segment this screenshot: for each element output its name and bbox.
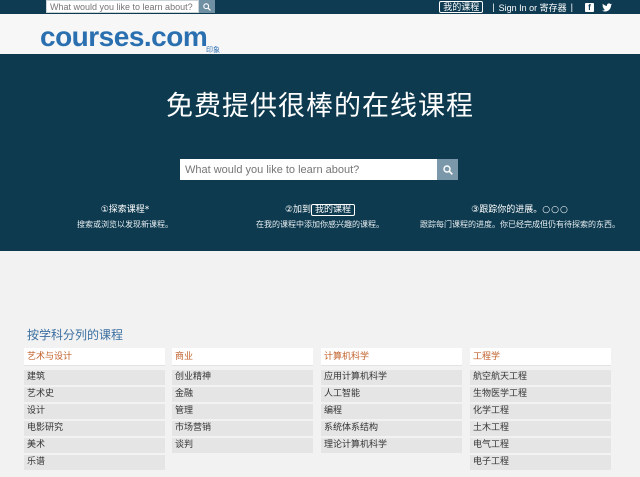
how-it-works: ①探索课程* 搜索或浏览以发现新课程。 ②加到 我的课程 在我的课程中添加你感兴趣…	[0, 204, 640, 244]
logo-bar: courses.com 印象	[0, 14, 640, 54]
search-icon	[203, 2, 211, 11]
twitter-icon[interactable]	[602, 2, 612, 12]
my-courses-link[interactable]: 我的课程	[439, 1, 484, 13]
subject-item[interactable]: 创业精神	[172, 370, 313, 385]
step-label: 加到	[293, 205, 312, 215]
hero-title: 免费提供很棒的在线课程	[166, 91, 474, 122]
top-search-button[interactable]	[199, 0, 215, 13]
progress-dots-icon: ○○○	[542, 205, 569, 215]
subject-heading[interactable]: 计算机科学	[321, 348, 462, 366]
subject-item[interactable]: 艺术史	[24, 387, 165, 402]
step-title: ①探索课程*	[50, 204, 200, 217]
subject-item[interactable]: 设计	[24, 404, 165, 419]
top-links: 我的课程 | Sign In or 寄存器 | f	[439, 1, 612, 13]
search-icon	[442, 164, 453, 175]
subject-item[interactable]: 系统体系结构	[321, 421, 462, 436]
subject-column-engineering: 工程学 航空航天工程 生物医学工程 化学工程 土木工程 电气工程 电子工程	[470, 348, 611, 472]
subjects-section-title: 按学科分列的课程	[27, 328, 124, 342]
hero-banner: 免费提供很棒的在线课程 ①探索课程* 搜索或浏览以发现新课程。 ②加到我的课程 …	[0, 54, 640, 251]
step-title: ③跟踪你的进展。○○○	[400, 204, 640, 217]
subject-item[interactable]: 电子工程	[470, 455, 611, 470]
subject-heading[interactable]: 艺术与设计	[24, 348, 165, 366]
subject-heading[interactable]: 商业	[172, 348, 313, 366]
step-description: 在我的课程中添加你感兴趣的课程。	[256, 220, 384, 229]
top-bar: 我的课程 | Sign In or 寄存器 | f	[0, 0, 640, 14]
step-add: ②加到 我的课程 在我的课程中添加你感兴趣的课程。	[220, 204, 420, 231]
subject-item[interactable]: 编程	[321, 404, 462, 419]
courses-logo[interactable]: courses.com	[40, 21, 208, 53]
step-number: ②	[284, 205, 294, 215]
subject-column-computer-science: 计算机科学 应用计算机科学 人工智能 编程 系统体系结构 理论计算机科学	[321, 348, 462, 455]
subject-item[interactable]: 航空航天工程	[470, 370, 611, 385]
subject-item[interactable]: 电气工程	[470, 438, 611, 453]
step-suffix: *	[144, 205, 150, 215]
step-title: ②加到 我的课程	[220, 204, 420, 217]
step-track: ③跟踪你的进展。○○○ 跟踪每门课程的进度。你已经完成但仍有待探索的东西。	[400, 204, 640, 231]
subject-item[interactable]: 化学工程	[470, 404, 611, 419]
subject-item[interactable]: 市场营销	[172, 421, 313, 436]
subject-item[interactable]: 管理	[172, 404, 313, 419]
step-description: 搜索或浏览以发现新课程。	[77, 220, 173, 229]
separator: |	[492, 2, 495, 12]
facebook-icon[interactable]: f	[585, 2, 594, 12]
step-explore: ①探索课程* 搜索或浏览以发现新课程。	[50, 204, 200, 231]
subject-column-business: 商业 创业精神 金融 管理 市场营销 谈判	[172, 348, 313, 455]
subject-item[interactable]: 金融	[172, 387, 313, 402]
subject-item[interactable]: 乐谱	[24, 455, 165, 470]
subject-item[interactable]: 建筑	[24, 370, 165, 385]
subject-item[interactable]: 理论计算机科学	[321, 438, 462, 453]
subject-item[interactable]: 美术	[24, 438, 165, 453]
subject-heading[interactable]: 工程学	[470, 348, 611, 366]
subject-item[interactable]: 土木工程	[470, 421, 611, 436]
subject-item[interactable]: 人工智能	[321, 387, 462, 402]
subject-item[interactable]: 电影研究	[24, 421, 165, 436]
my-courses-badge[interactable]: 我的课程	[311, 204, 356, 216]
step-description: 跟踪每门课程的进度。你已经完成但仍有待探索的东西。	[420, 220, 620, 229]
top-search-input[interactable]	[46, 0, 199, 13]
step-label: 跟踪你的进展。	[479, 205, 543, 215]
hero-search-input[interactable]	[180, 159, 437, 180]
subject-item[interactable]: 谈判	[172, 438, 313, 453]
step-label: 探索课程	[108, 205, 145, 215]
subject-column-art: 艺术与设计 建筑 艺术史 设计 电影研究 美术 乐谱	[24, 348, 165, 472]
subject-item[interactable]: 应用计算机科学	[321, 370, 462, 385]
hero-search-button[interactable]	[437, 159, 458, 180]
sign-in-link[interactable]: Sign In or 寄存器	[499, 1, 567, 14]
separator: |	[570, 2, 573, 12]
step-number: ①	[100, 205, 109, 215]
subject-item[interactable]: 生物医学工程	[470, 387, 611, 402]
